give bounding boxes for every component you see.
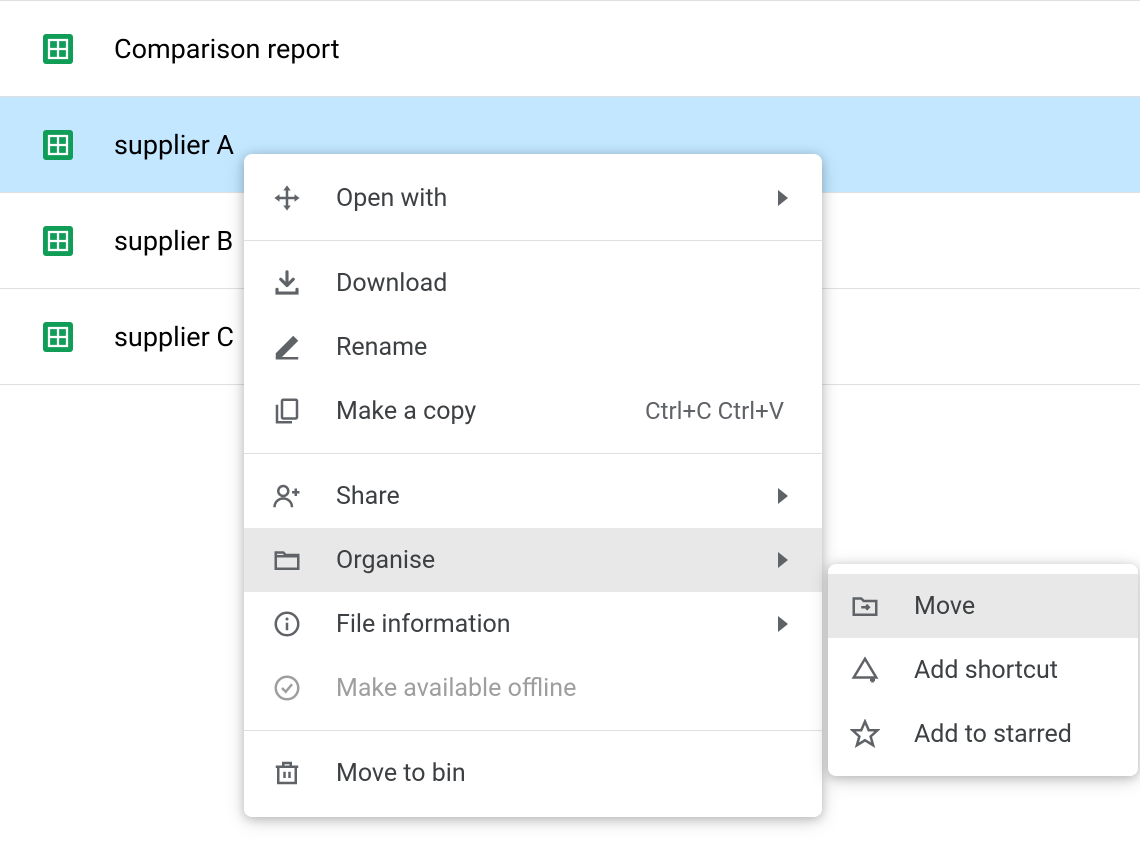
rename-icon <box>272 332 302 362</box>
submenu-organise: Move Add shortcut Add to starred <box>828 564 1138 776</box>
submenu-add-to-starred[interactable]: Add to starred <box>828 702 1138 766</box>
sheets-icon <box>40 223 76 259</box>
file-name: supplier B <box>114 225 233 257</box>
star-icon <box>850 719 880 749</box>
menu-move-to-bin[interactable]: Move to bin <box>244 741 822 805</box>
info-icon <box>272 609 302 639</box>
file-row[interactable]: Comparison report <box>0 1 1140 97</box>
menu-label: Organise <box>336 546 744 575</box>
add-shortcut-icon <box>850 655 880 685</box>
menu-divider <box>244 240 822 241</box>
menu-label: Open with <box>336 184 744 213</box>
menu-open-with[interactable]: Open with <box>244 166 822 230</box>
menu-label: Move to bin <box>336 759 794 788</box>
menu-label: Add shortcut <box>914 656 1116 685</box>
sheets-icon <box>40 127 76 163</box>
share-icon <box>272 481 302 511</box>
menu-download[interactable]: Download <box>244 251 822 315</box>
download-icon <box>272 268 302 298</box>
menu-make-available-offline: Make available offline <box>244 656 822 720</box>
menu-divider <box>244 730 822 731</box>
chevron-right-icon <box>778 488 788 504</box>
context-menu: Open with Download Rename Make a copy Ct… <box>244 154 822 817</box>
menu-organise[interactable]: Organise <box>244 528 822 592</box>
menu-file-information[interactable]: File information <box>244 592 822 656</box>
menu-label: File information <box>336 610 744 639</box>
chevron-right-icon <box>778 616 788 632</box>
menu-shortcut: Ctrl+C Ctrl+V <box>645 397 784 425</box>
submenu-move[interactable]: Move <box>828 574 1138 638</box>
menu-label: Make available offline <box>336 674 794 703</box>
menu-make-copy[interactable]: Make a copy Ctrl+C Ctrl+V <box>244 379 822 443</box>
menu-share[interactable]: Share <box>244 464 822 528</box>
menu-rename[interactable]: Rename <box>244 315 822 379</box>
open-with-icon <box>272 183 302 213</box>
bin-icon <box>272 758 302 788</box>
menu-label: Rename <box>336 333 794 362</box>
file-name: supplier C <box>114 321 234 353</box>
menu-label: Move <box>914 592 1116 621</box>
menu-label: Download <box>336 269 794 298</box>
menu-label: Add to starred <box>914 720 1116 749</box>
copy-icon <box>272 396 302 426</box>
folder-icon <box>272 545 302 575</box>
sheets-icon <box>40 319 76 355</box>
file-name: supplier A <box>114 129 234 161</box>
offline-icon <box>272 673 302 703</box>
sheets-icon <box>40 31 76 67</box>
menu-label: Share <box>336 482 744 511</box>
menu-label: Make a copy <box>336 397 611 426</box>
menu-divider <box>244 453 822 454</box>
move-icon <box>850 591 880 621</box>
chevron-right-icon <box>778 190 788 206</box>
chevron-right-icon <box>778 552 788 568</box>
submenu-add-shortcut[interactable]: Add shortcut <box>828 638 1138 702</box>
file-name: Comparison report <box>114 33 340 65</box>
